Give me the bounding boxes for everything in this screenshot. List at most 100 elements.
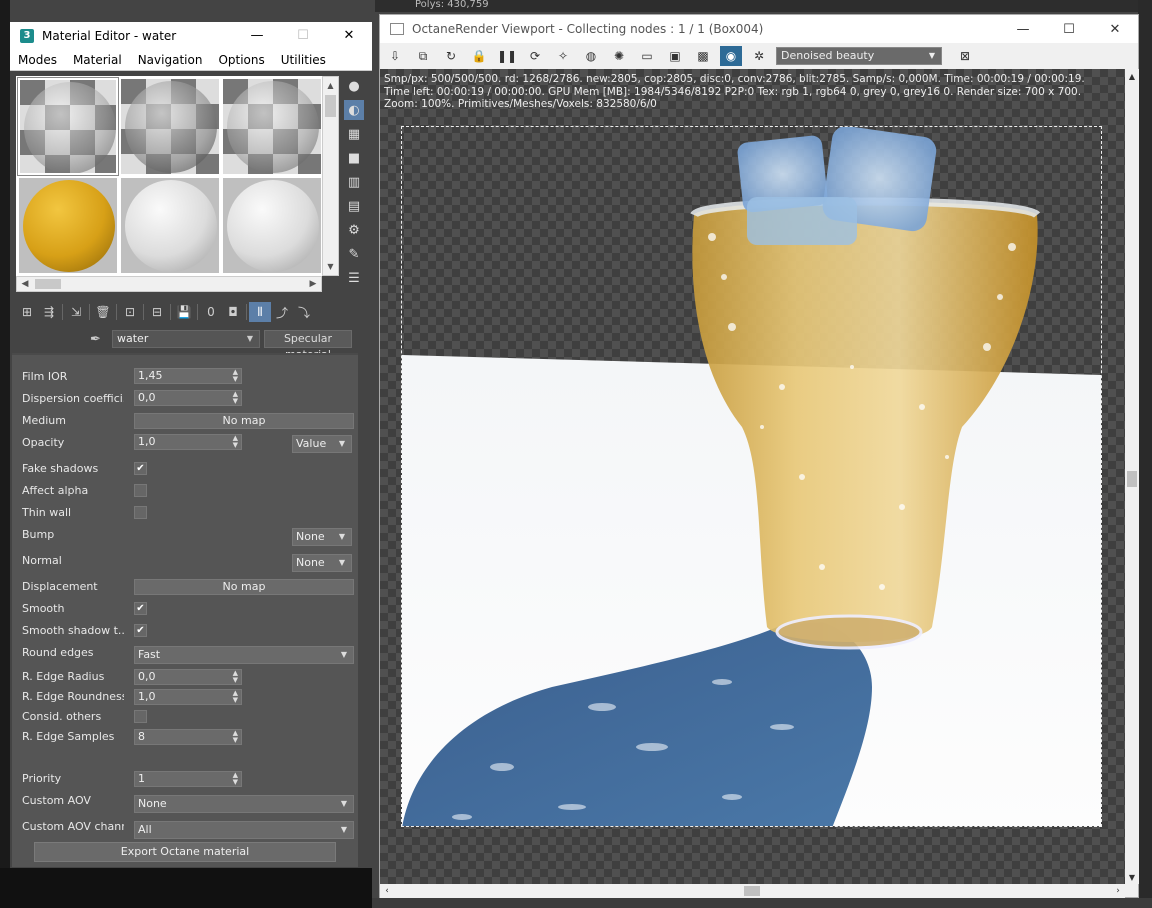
eyedropper-icon[interactable]: ✒ <box>90 332 112 347</box>
fake-shadows-checkbox[interactable]: ✔ <box>134 462 147 475</box>
video-color-check-icon[interactable]: ▥ <box>344 172 364 192</box>
menu-utilities[interactable]: Utilities <box>273 53 334 67</box>
restart-render-icon[interactable]: ↻ <box>440 46 462 66</box>
scroll-up-icon[interactable]: ▲ <box>1125 69 1139 83</box>
normal-dropdown[interactable]: None ▼ <box>292 554 352 572</box>
export-octane-material-button[interactable]: Export Octane material <box>34 842 336 862</box>
background-icon[interactable]: ▦ <box>344 124 364 144</box>
dispersion-spinner[interactable]: 0,0 ▲ ▼ <box>134 390 242 406</box>
scroll-left-icon[interactable]: ‹ <box>380 884 394 898</box>
menu-navigation[interactable]: Navigation <box>130 53 211 67</box>
scroll-right-icon[interactable]: › <box>1111 884 1125 898</box>
consider-others-checkbox[interactable] <box>134 710 147 723</box>
color-picker-icon[interactable]: ◍ <box>580 46 602 66</box>
pause-icon[interactable]: ❚❚ <box>496 46 518 66</box>
bump-dropdown[interactable]: None ▼ <box>292 528 352 546</box>
material-picker-icon[interactable]: ✺ <box>608 46 630 66</box>
close-button[interactable]: ✕ <box>1092 16 1138 43</box>
uv-tiling-icon[interactable]: ■ <box>344 148 364 168</box>
thin-wall-checkbox[interactable] <box>134 506 147 519</box>
material-navigator-icon[interactable]: ☰ <box>344 268 364 288</box>
close-button[interactable]: ✕ <box>326 22 372 49</box>
slots-vertical-scrollbar[interactable]: ▲ ▼ <box>322 76 339 276</box>
material-name-dropdown[interactable]: water ▼ <box>112 330 260 348</box>
go-forward-sibling-icon[interactable]: ⤵ <box>293 302 315 322</box>
region-render-icon[interactable]: ▣ <box>664 46 686 66</box>
material-id-icon[interactable]: 0 <box>200 302 222 322</box>
round-edges-dropdown[interactable]: Fast ▼ <box>134 646 354 664</box>
scroll-thumb[interactable] <box>35 279 61 289</box>
reload-icon[interactable]: ⟳ <box>524 46 546 66</box>
delete-icon[interactable]: 🗑 <box>92 302 114 322</box>
spinner-arrows-icon[interactable]: ▲ ▼ <box>233 391 238 405</box>
minimize-button[interactable]: — <box>1000 16 1046 43</box>
minimize-button[interactable]: — <box>234 22 280 49</box>
scroll-thumb[interactable] <box>325 95 336 117</box>
show-end-result-icon[interactable]: ⫴ <box>249 302 271 322</box>
viewport-horizontal-scrollbar[interactable]: ‹ › <box>380 884 1125 898</box>
make-preview-icon[interactable]: ▤ <box>344 196 364 216</box>
make-unique-icon[interactable]: ⊡ <box>119 302 141 322</box>
viewport-vertical-scrollbar[interactable]: ▲ ▼ <box>1125 69 1139 884</box>
fit-icon[interactable]: ⊠ <box>954 46 976 66</box>
show-shaded-icon[interactable]: ◘ <box>222 302 244 322</box>
edge-samples-spinner[interactable]: 8 ▲ ▼ <box>134 729 242 745</box>
menu-material[interactable]: Material <box>65 53 130 67</box>
scroll-left-icon[interactable]: ◀ <box>17 277 33 291</box>
select-by-material-icon[interactable]: ✎ <box>344 244 364 264</box>
sample-slot[interactable] <box>120 177 220 274</box>
save-image-icon[interactable]: ⇩ <box>384 46 406 66</box>
spinner-arrows-icon[interactable]: ▲ ▼ <box>233 670 238 684</box>
put-to-library-icon[interactable]: ⊟ <box>146 302 168 322</box>
scroll-thumb[interactable] <box>1127 471 1137 487</box>
custom-aov-channel-dropdown[interactable]: All ▼ <box>134 821 354 839</box>
menu-options[interactable]: Options <box>210 53 272 67</box>
scroll-right-icon[interactable]: ▶ <box>305 277 321 291</box>
edge-roundness-spinner[interactable]: 1,0 ▲ ▼ <box>134 689 242 705</box>
medium-map-button[interactable]: No map <box>134 413 354 429</box>
options-icon[interactable]: ⚙ <box>344 220 364 240</box>
render-pass-dropdown[interactable]: Denoised beauty ▼ <box>776 47 942 65</box>
material-editor-titlebar[interactable]: 3 Material Editor - water — ☐ ✕ <box>10 22 372 49</box>
opacity-mode-dropdown[interactable]: Value ▼ <box>292 435 352 453</box>
get-material-icon[interactable]: ⊞ <box>16 302 38 322</box>
focus-picker-icon[interactable]: ✧ <box>552 46 574 66</box>
assign-to-selection-icon[interactable]: ⇲ <box>65 302 87 322</box>
backlight-icon[interactable]: ◐ <box>344 100 364 120</box>
sample-slot[interactable] <box>222 177 322 274</box>
sample-type-icon[interactable]: ● <box>344 76 364 96</box>
custom-aov-dropdown[interactable]: None ▼ <box>134 795 354 813</box>
spinner-arrows-icon[interactable]: ▲ ▼ <box>233 772 238 786</box>
smooth-checkbox[interactable]: ✔ <box>134 602 147 615</box>
copy-image-icon[interactable]: ⧉ <box>412 46 434 66</box>
put-to-scene-icon[interactable]: ⇶ <box>38 302 60 322</box>
scroll-down-icon[interactable]: ▼ <box>1125 870 1139 884</box>
smooth-shadow-checkbox[interactable]: ✔ <box>134 624 147 637</box>
menu-modes[interactable]: Modes <box>10 53 65 67</box>
scroll-down-icon[interactable]: ▼ <box>323 258 338 275</box>
sample-slot[interactable] <box>120 78 220 175</box>
displacement-map-button[interactable]: No map <box>134 579 354 595</box>
sample-slot[interactable] <box>18 177 118 274</box>
affect-alpha-checkbox[interactable] <box>134 484 147 497</box>
edge-radius-spinner[interactable]: 0,0 ▲ ▼ <box>134 669 242 685</box>
spinner-arrows-icon[interactable]: ▲ ▼ <box>233 730 238 744</box>
opacity-spinner[interactable]: 1,0 ▲ ▼ <box>134 434 242 450</box>
film-region-icon[interactable]: ▩ <box>692 46 714 66</box>
scroll-thumb[interactable] <box>744 886 760 896</box>
maximize-button[interactable]: ☐ <box>1046 16 1092 43</box>
film-ior-spinner[interactable]: 1,45 ▲ ▼ <box>134 368 242 384</box>
sample-slot[interactable] <box>17 77 119 176</box>
priority-spinner[interactable]: 1 ▲ ▼ <box>134 771 242 787</box>
material-type-button[interactable]: Specular material <box>264 330 352 361</box>
spinner-arrows-icon[interactable]: ▲ ▼ <box>233 435 238 449</box>
save-icon[interactable]: 💾 <box>173 302 195 322</box>
scroll-up-icon[interactable]: ▲ <box>323 77 338 94</box>
spinner-arrows-icon[interactable]: ▲ ▼ <box>233 690 238 704</box>
viewport-titlebar[interactable]: OctaneRender Viewport - Collecting nodes… <box>380 15 1138 43</box>
go-to-parent-icon[interactable]: ⤴ <box>271 302 293 322</box>
camera-icon[interactable]: ◉ <box>720 46 742 66</box>
settings-gear-icon[interactable]: ✲ <box>748 46 770 66</box>
spinner-arrows-icon[interactable]: ▲ ▼ <box>233 369 238 383</box>
sample-slot[interactable] <box>222 78 322 175</box>
